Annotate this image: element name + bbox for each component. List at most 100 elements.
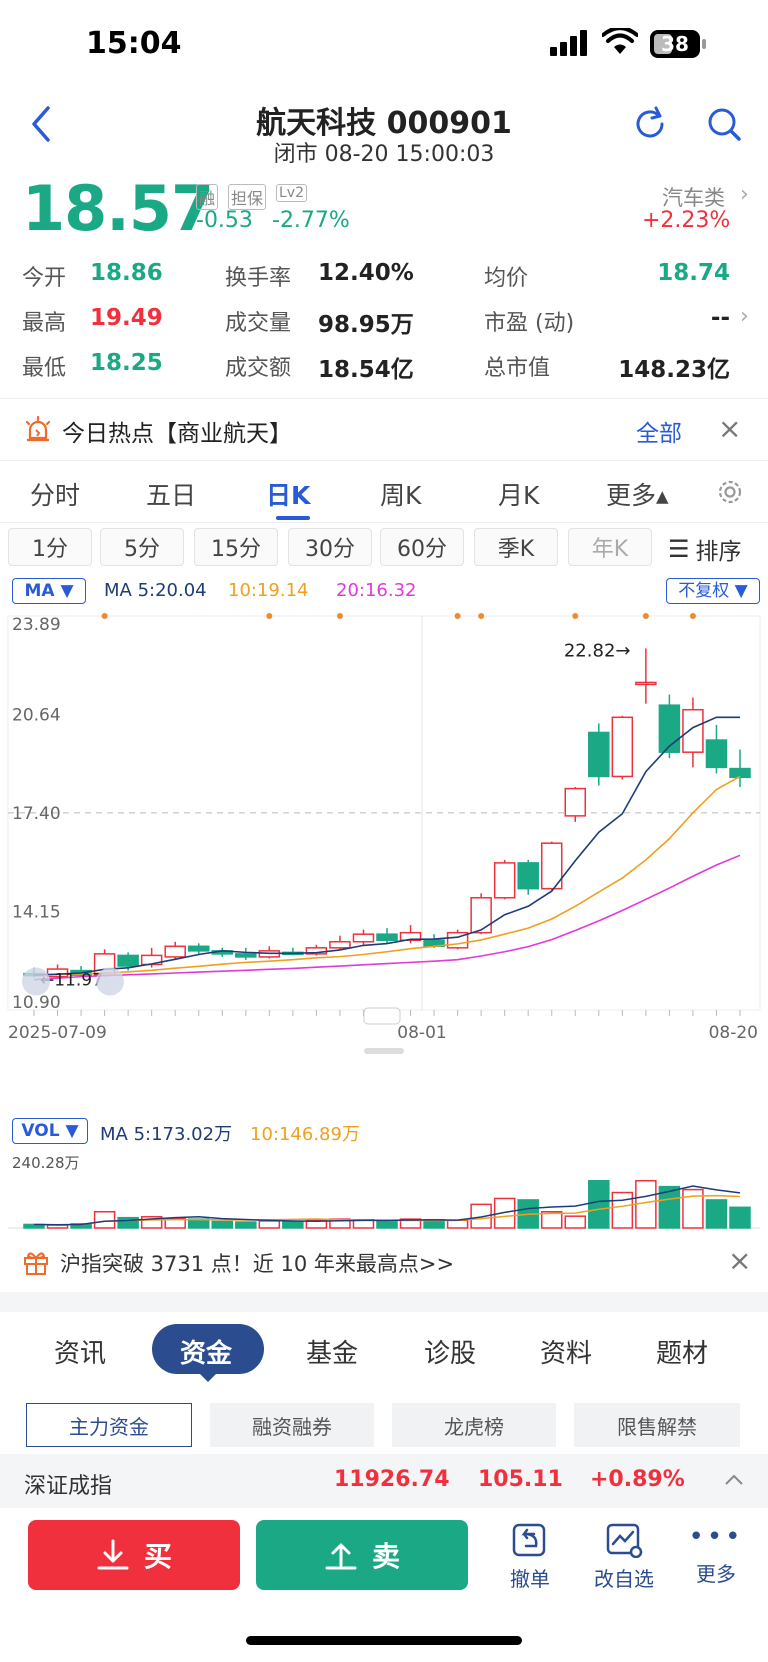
stat-label: 均价 — [484, 266, 529, 291]
sell-label: 卖 — [371, 1540, 400, 1573]
candle-body — [235, 953, 257, 958]
tab-more[interactable]: 更多▴ — [606, 476, 669, 512]
hot-banner[interactable]: 今日热点【商业航天】 全部 × — [0, 400, 768, 460]
search-icon[interactable] — [704, 104, 744, 144]
sector-change: +2.23% — [642, 208, 731, 233]
tab-theme[interactable]: 题材 — [656, 1333, 708, 1370]
index-bar[interactable]: 深证成指 11926.74 105.11 +0.89% — [0, 1454, 768, 1508]
close-icon[interactable]: × — [728, 1244, 751, 1277]
settings-icon[interactable] — [714, 476, 746, 508]
buy-button[interactable]: 买 — [28, 1520, 240, 1590]
kline-chart[interactable]: 23.8920.6417.4014.1510.9022.82→←11.97202… — [0, 606, 768, 1106]
badge-rong: 融 — [196, 184, 219, 210]
tab-daily-k[interactable]: 日K — [266, 476, 310, 512]
gift-icon — [24, 1252, 48, 1275]
seg-main-funds[interactable]: 主力资金 — [26, 1403, 192, 1447]
more-label: 更多 — [696, 1562, 736, 1586]
more-button[interactable]: ••• 更多 — [676, 1522, 756, 1587]
vol-selector[interactable]: VOL ▼ — [12, 1118, 88, 1144]
candle-body — [352, 933, 375, 943]
volume-bar — [729, 1206, 751, 1229]
stat-label: 最低 — [22, 356, 67, 381]
stat-label: 总市值 — [484, 356, 551, 381]
signal-icon — [550, 30, 587, 56]
volume-bar — [564, 1215, 587, 1229]
tab-fenshi[interactable]: 分时 — [30, 476, 80, 512]
refresh-icon[interactable] — [630, 104, 670, 144]
tab-5min[interactable]: 5分 — [100, 528, 184, 566]
candle-body — [164, 945, 186, 958]
battery-icon: 38 — [650, 30, 700, 58]
stat-label: 今开 — [22, 266, 67, 291]
chevron-up-icon[interactable] — [722, 1472, 746, 1488]
tab-15min[interactable]: 15分 — [194, 528, 278, 566]
tab-1min[interactable]: 1分 — [8, 528, 92, 566]
candle-body — [517, 862, 539, 890]
section-gap — [0, 1292, 768, 1312]
more-dots-icon: ••• — [688, 1522, 744, 1552]
event-marker — [689, 613, 696, 619]
seg-dragon-tiger[interactable]: 龙虎榜 — [392, 1403, 556, 1447]
adjust-selector[interactable]: 不复权 ▼ — [666, 578, 760, 604]
stat-avg: 18.74 — [657, 260, 730, 286]
event-marker — [572, 613, 579, 619]
candle-body — [493, 862, 516, 899]
status-bar: 15:04 38 — [0, 0, 768, 90]
seg-unlock[interactable]: 限售解禁 — [574, 1403, 740, 1447]
stat-label: 成交量 — [225, 311, 292, 336]
seg-margin[interactable]: 融资融券 — [210, 1403, 374, 1447]
chevron-right-icon[interactable]: › — [740, 304, 749, 329]
tab-profile[interactable]: 资料 — [540, 1333, 592, 1370]
index-value: 11926.74 — [334, 1467, 450, 1492]
wifi-icon — [602, 28, 638, 54]
drag-handle-icon — [363, 1007, 401, 1025]
news-banner[interactable]: 沪指突破 3731 点！近 10 年来最高点>> × — [0, 1232, 768, 1292]
close-icon[interactable]: × — [718, 412, 741, 445]
volume-bar — [446, 1219, 469, 1229]
sort-button[interactable]: ☰ 排序 — [668, 532, 742, 566]
volume-bar — [187, 1218, 210, 1229]
edit-watchlist-button[interactable]: 改自选 — [584, 1522, 664, 1592]
tab-news[interactable]: 资讯 — [54, 1333, 106, 1370]
hot-all-link[interactable]: 全部 — [636, 414, 682, 448]
cancel-order-button[interactable]: 撤单 — [490, 1522, 570, 1592]
tab-fund[interactable]: 基金 — [306, 1333, 358, 1370]
tab-year-k[interactable]: 年K — [568, 528, 652, 566]
tab-diagnose[interactable]: 诊股 — [424, 1333, 476, 1370]
volume-bar — [611, 1191, 634, 1229]
ma-selector[interactable]: MA ▼ — [12, 578, 86, 604]
y-tick-label: 10.90 — [12, 993, 61, 1013]
stat-label: 最高 — [22, 311, 67, 336]
stat-amount: 18.54亿 — [318, 357, 414, 383]
volume-chart[interactable] — [0, 1150, 768, 1230]
stat-pe: -- — [710, 305, 730, 331]
index-name: 深证成指 — [24, 1474, 113, 1499]
volume-bar — [282, 1220, 304, 1229]
candle-body — [611, 716, 634, 778]
stat-label: 成交额 — [225, 356, 292, 381]
candle-body — [705, 739, 728, 769]
event-marker — [642, 613, 649, 619]
chevron-right-icon[interactable]: › — [740, 182, 749, 207]
tab-funds[interactable]: 资金 — [180, 1333, 232, 1370]
battery-cap — [702, 39, 706, 49]
candle-body — [682, 708, 704, 753]
news-text[interactable]: 沪指突破 3731 点！近 10 年来最高点>> — [60, 1248, 454, 1278]
tab-monthly-k[interactable]: 月K — [498, 476, 539, 512]
tab-30min[interactable]: 30分 — [288, 528, 372, 566]
badge-danbao: 担保 — [228, 184, 267, 210]
ma5-value: MA 5:20.04 — [104, 580, 207, 601]
sell-button[interactable]: 卖 — [256, 1520, 468, 1590]
ma20-line — [33, 854, 741, 981]
candle-body — [635, 681, 657, 686]
tab-season-k[interactable]: 季K — [474, 528, 558, 566]
tab-wuri[interactable]: 五日 — [146, 476, 196, 512]
vol-ma10-value: 10:146.89万 — [250, 1124, 360, 1145]
battery-level: 38 — [661, 32, 689, 56]
tab-60min[interactable]: 60分 — [380, 528, 464, 566]
tab-weekly-k[interactable]: 周K — [380, 476, 421, 512]
event-marker — [266, 613, 273, 619]
ma10-value: 10:19.14 — [228, 580, 309, 601]
ma10-line — [33, 775, 741, 976]
status-time: 15:04 — [86, 26, 182, 61]
